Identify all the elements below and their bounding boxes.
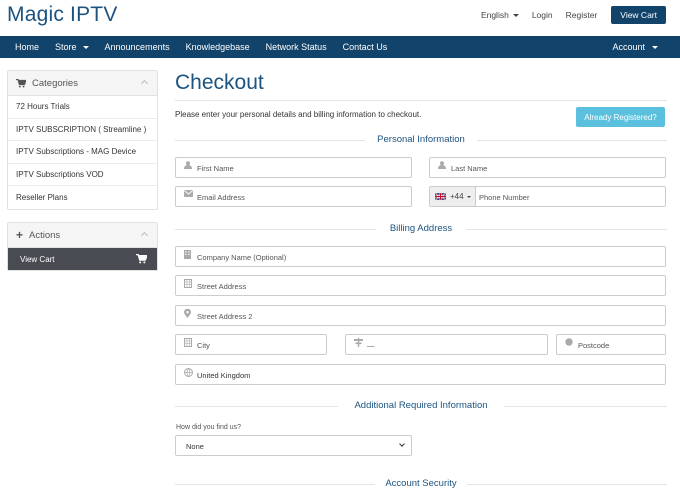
section-title: Personal Information [377, 134, 465, 145]
intro-text: Please enter your personal details and b… [175, 110, 422, 119]
uk-flag-icon [434, 192, 447, 201]
language-label: English [480, 10, 509, 20]
state-value: — [367, 341, 375, 350]
billing-section-heading: Billing Address [175, 223, 667, 235]
building-icon [184, 338, 192, 347]
chevron-down-icon [399, 441, 405, 447]
chevron-up-icon[interactable] [140, 231, 149, 240]
divider [175, 100, 667, 101]
nav-home[interactable]: Home [0, 42, 47, 52]
how-found-value: None [186, 442, 204, 451]
first-name-field[interactable]: First Name [175, 157, 412, 178]
building-icon [184, 279, 192, 288]
nav-knowledgebase[interactable]: Knowledgebase [178, 42, 258, 52]
category-item[interactable]: 72 Hours Trials [8, 96, 157, 119]
category-item[interactable]: IPTV Subscriptions VOD [8, 164, 157, 187]
nav-announcements[interactable]: Announcements [97, 42, 178, 52]
street-address-2-field[interactable]: Street Address 2 [175, 305, 666, 326]
additional-section-heading: Additional Required Information [175, 400, 667, 412]
sidebar-view-cart-label: View Cart [20, 254, 55, 264]
chevron-up-icon[interactable] [140, 79, 149, 88]
categories-header[interactable]: Categories [8, 71, 157, 96]
nav-store[interactable]: Store [47, 42, 97, 52]
brand-logo[interactable]: Magic IPTV [7, 3, 118, 27]
categories-title: Categories [32, 77, 78, 89]
actions-title: Actions [29, 229, 61, 241]
user-icon [438, 161, 446, 169]
already-registered-button[interactable]: Already Registered? [576, 107, 665, 127]
language-selector[interactable]: English [481, 10, 519, 20]
company-field[interactable]: Company Name (Optional) [175, 246, 666, 267]
nav-account-label: Account [612, 42, 645, 52]
last-name-field[interactable]: Last Name [429, 157, 666, 178]
country-field[interactable]: United Kingdom [175, 364, 666, 385]
country-value: United Kingdom [197, 371, 251, 380]
category-item[interactable]: IPTV Subscriptions - MAG Device [8, 141, 157, 164]
chevron-down-icon [512, 14, 519, 18]
state-field[interactable]: — [345, 334, 548, 355]
actions-panel: + Actions View Cart [7, 222, 158, 271]
register-link[interactable]: Register [566, 10, 598, 20]
email-field[interactable]: Email Address [175, 186, 412, 207]
cart-icon [16, 78, 26, 88]
personal-section-heading: Personal Information [175, 134, 667, 146]
country-code-selector[interactable]: +44 [430, 187, 476, 206]
signpost-icon [354, 338, 363, 347]
city-field[interactable]: City [175, 334, 327, 355]
header: Magic IPTV English Login Register View C… [0, 0, 680, 36]
envelope-icon [184, 190, 193, 197]
country-code: +44 [450, 192, 464, 201]
company-placeholder: Company Name (Optional) [197, 253, 287, 262]
street2-placeholder: Street Address 2 [197, 312, 253, 321]
chevron-down-icon [82, 45, 89, 49]
street-address-field[interactable]: Street Address [175, 275, 666, 296]
street-placeholder: Street Address [197, 282, 247, 291]
sidebar-view-cart[interactable]: View Cart [8, 248, 157, 270]
category-item[interactable]: Reseller Plans [8, 186, 157, 209]
top-links: English Login Register View Cart [468, 6, 666, 24]
globe-icon [184, 368, 193, 377]
city-placeholder: City [197, 341, 210, 350]
security-section-heading: Account Security [175, 478, 667, 490]
last-name-placeholder: Last Name [451, 164, 488, 173]
section-title: Billing Address [389, 223, 453, 234]
category-item[interactable]: IPTV SUBSCRIPTION ( Streamline ) [8, 119, 157, 142]
email-placeholder: Email Address [197, 193, 245, 202]
phone-field[interactable]: +44 Phone Number [429, 186, 666, 207]
user-icon [184, 161, 192, 169]
nav-contact-us[interactable]: Contact Us [335, 42, 396, 52]
how-found-select[interactable]: None [175, 435, 412, 456]
chevron-down-icon [466, 195, 471, 198]
categories-panel: Categories 72 Hours Trials IPTV SUBSCRIP… [7, 70, 158, 210]
plus-icon: + [16, 227, 24, 242]
main-nav: Home Store Announcements Knowledgebase N… [0, 36, 680, 58]
building-icon [184, 250, 191, 259]
nav-store-label: Store [55, 42, 77, 52]
map-marker-icon [184, 309, 191, 318]
chevron-down-icon [652, 45, 658, 49]
login-link[interactable]: Login [532, 10, 553, 20]
section-title: Additional Required Information [354, 400, 488, 411]
actions-header[interactable]: + Actions [8, 223, 157, 248]
section-title: Account Security [385, 478, 457, 489]
postcode-placeholder: Postcode [578, 341, 610, 350]
page-title: Checkout [175, 71, 264, 94]
first-name-placeholder: First Name [197, 164, 234, 173]
cart-icon [136, 253, 148, 266]
how-found-label: How did you find us? [176, 424, 241, 431]
nav-network-status[interactable]: Network Status [258, 42, 335, 52]
view-cart-button[interactable]: View Cart [611, 6, 666, 24]
nav-account[interactable]: Account [604, 42, 680, 52]
postcode-icon [565, 338, 573, 346]
postcode-field[interactable]: Postcode [556, 334, 666, 355]
phone-placeholder: Phone Number [479, 193, 530, 202]
